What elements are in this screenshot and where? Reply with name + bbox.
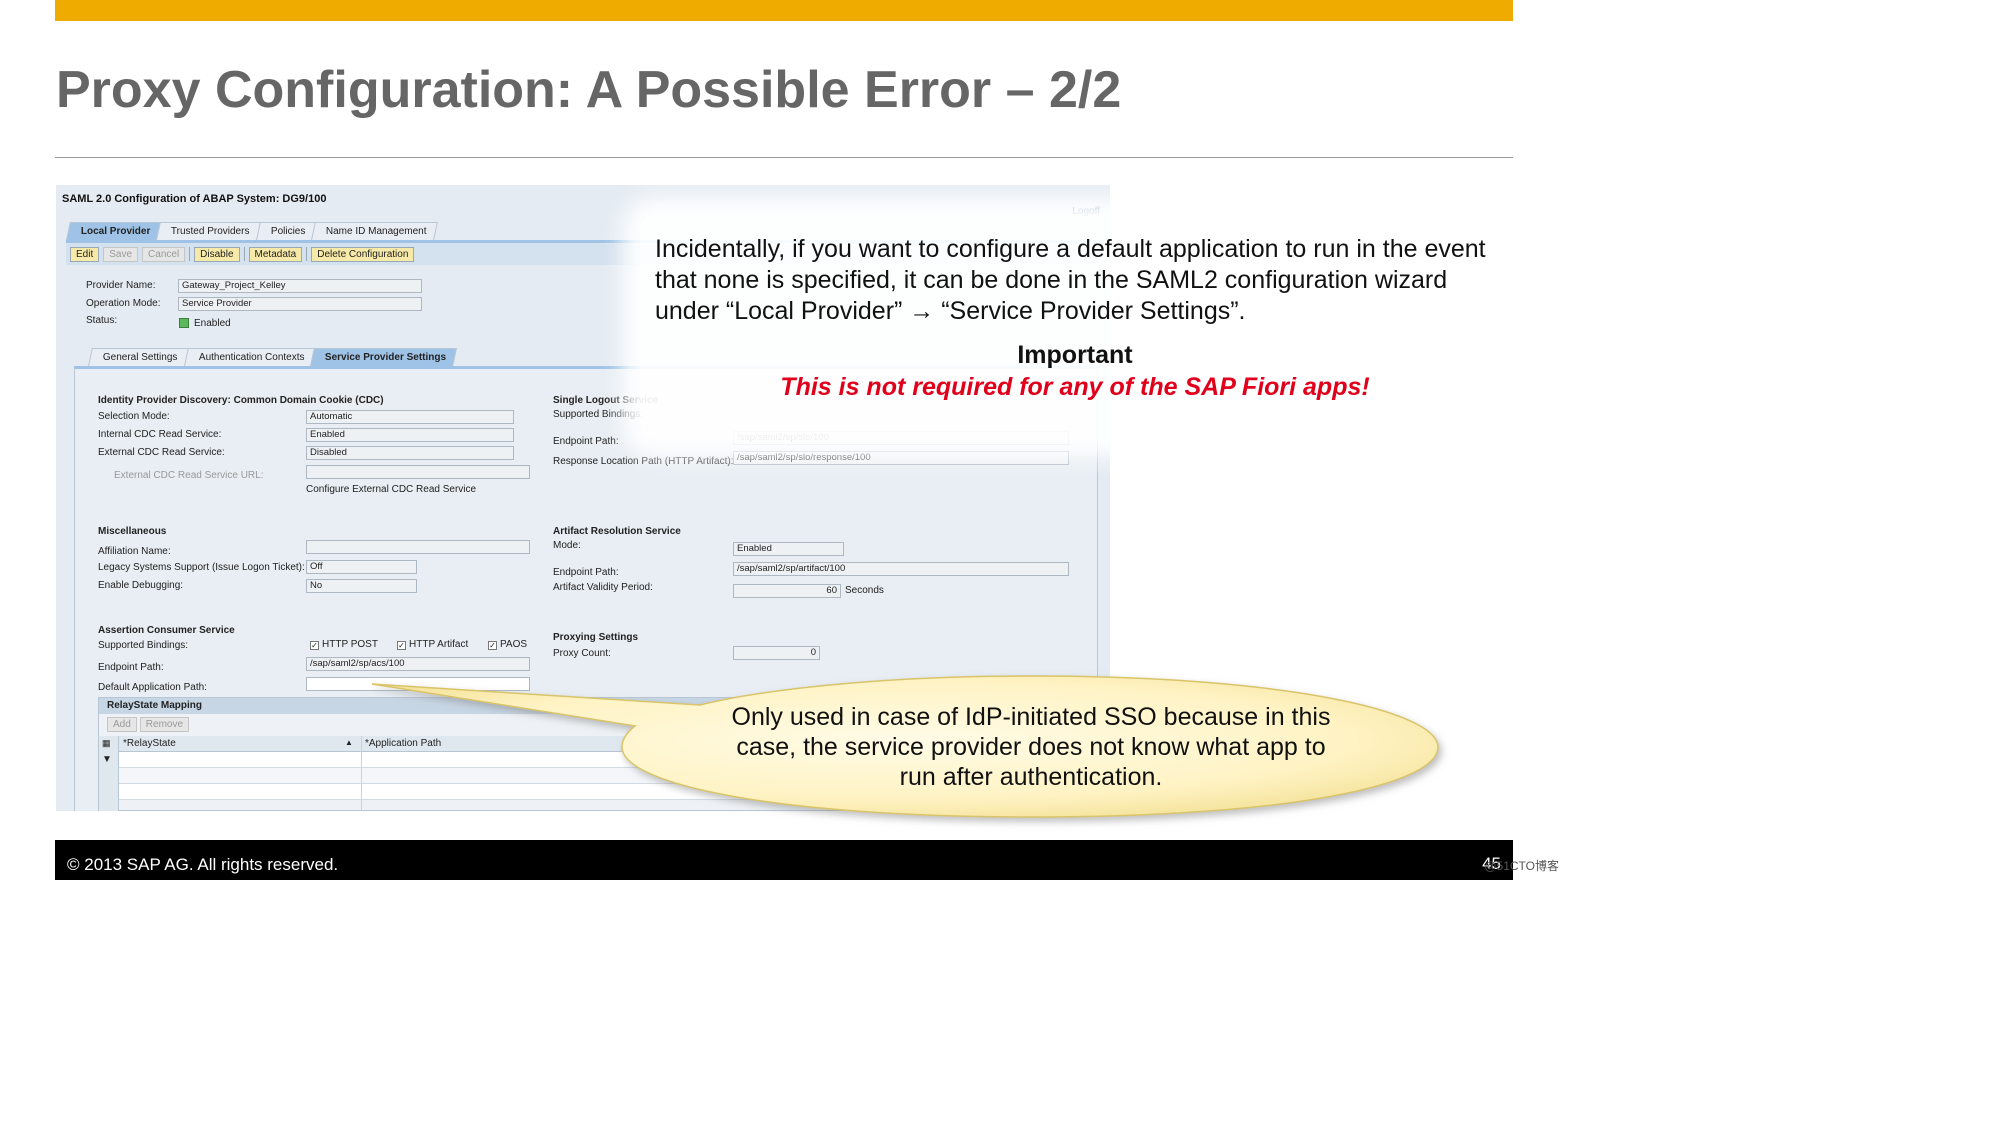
- footer-bar: © 2013 SAP AG. All rights reserved. 45: [55, 840, 1513, 880]
- watermark: @51CTO博客: [1484, 859, 1559, 873]
- footer-copyright: © 2013 SAP AG. All rights reserved.: [67, 855, 339, 874]
- callout-text: Only used in case of IdP-initiated SSO b…: [731, 703, 1331, 791]
